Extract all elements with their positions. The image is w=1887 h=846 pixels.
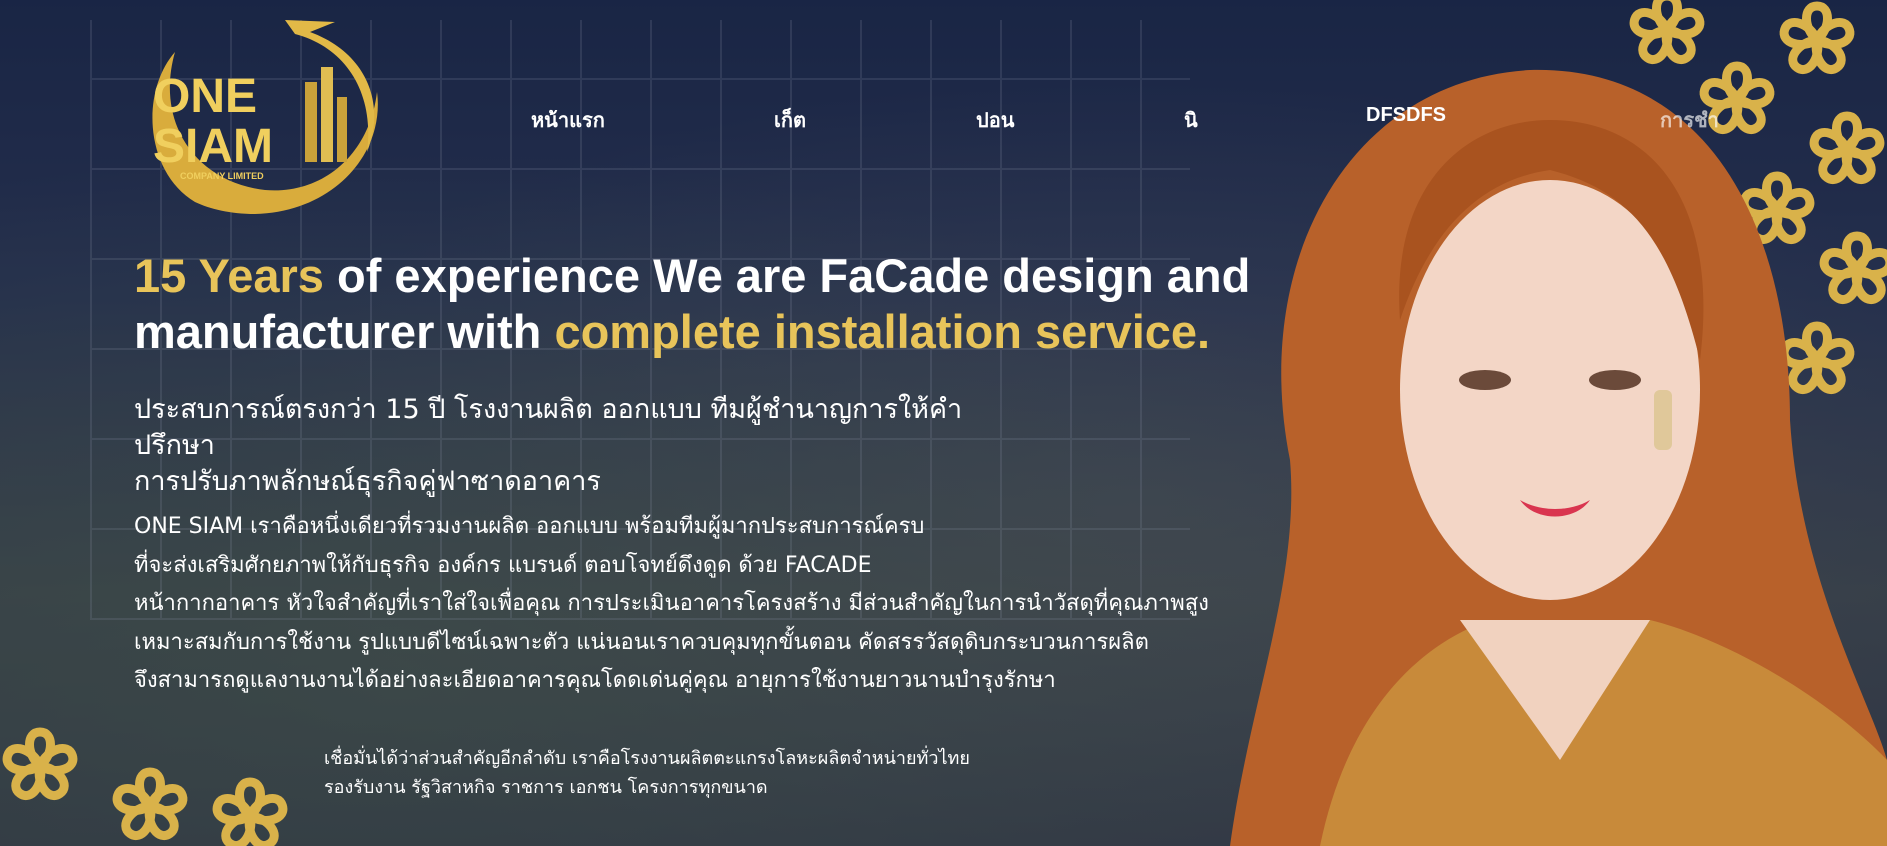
description-line: หน้ากากอาคาร หัวใจสำคัญที่เราใส่ใจเพื่อค…: [134, 591, 1209, 616]
description-line: จึงสามารถดูแลงานงานได้อย่างละเอียดอาคารค…: [134, 668, 1056, 693]
nav-item-2[interactable]: เก็ต: [774, 104, 806, 136]
logo-tagline: COMPANY LIMITED: [180, 171, 264, 181]
headline-years: 15 Years: [134, 249, 324, 302]
subhead-line-1: ประสบการณ์ตรงกว่า 15 ปี โรงงานผลิต ออกแบ…: [134, 394, 963, 461]
footnote-line: รองรับงาน รัฐวิสาหกิจ ราชการ เอกชน โครงก…: [324, 777, 768, 798]
description-line: เหมาะสมกับการใช้งาน รูปแบบดีไซน์เฉพาะตัว…: [134, 629, 1149, 655]
description-line: ONE SIAM เราคือหนึ่งเดียวที่รวมงานผลิต อ…: [134, 514, 925, 539]
hero-subheading: ประสบการณ์ตรงกว่า 15 ปี โรงงานผลิต ออกแบ…: [134, 392, 1034, 500]
nav-item-3[interactable]: ปอน: [976, 104, 1014, 136]
footnote-line: เชื่อมั่นได้ว่าส่วนสำคัญอีกลำดับ เราคือโ…: [324, 748, 970, 769]
hero-headline: 15 Years of experience We are FaCade des…: [134, 248, 1254, 360]
nav-item-4[interactable]: นิ: [1184, 104, 1198, 136]
hero-footnote: เชื่อมั่นได้ว่าส่วนสำคัญอีกลำดับ เราคือโ…: [324, 744, 1084, 802]
gold-floral-pattern-bottom: [0, 696, 300, 846]
hero-description: ONE SIAM เราคือหนึ่งเดียวที่รวมงานผลิต อ…: [134, 508, 1264, 701]
nav-item-5[interactable]: DFSDFS: [1366, 104, 1446, 127]
nav-item-6[interactable]: การชำ: [1660, 104, 1719, 136]
headline-service: complete installation service.: [554, 305, 1211, 358]
nav-item-home[interactable]: หน้าแรก: [531, 104, 605, 136]
spokeswoman-portrait: [1230, 69, 1887, 846]
main-navigation: หน้าแรก เก็ต ปอน นิ DFSDFS การชำ: [0, 104, 1887, 132]
subhead-line-2: การปรับภาพลักษณ์ธุรกิจคู่ฟาซาดอาคาร: [134, 466, 601, 497]
description-line: ที่จะส่งเสริมศักยภาพให้กับธุรกิจ องค์กร …: [134, 552, 872, 578]
